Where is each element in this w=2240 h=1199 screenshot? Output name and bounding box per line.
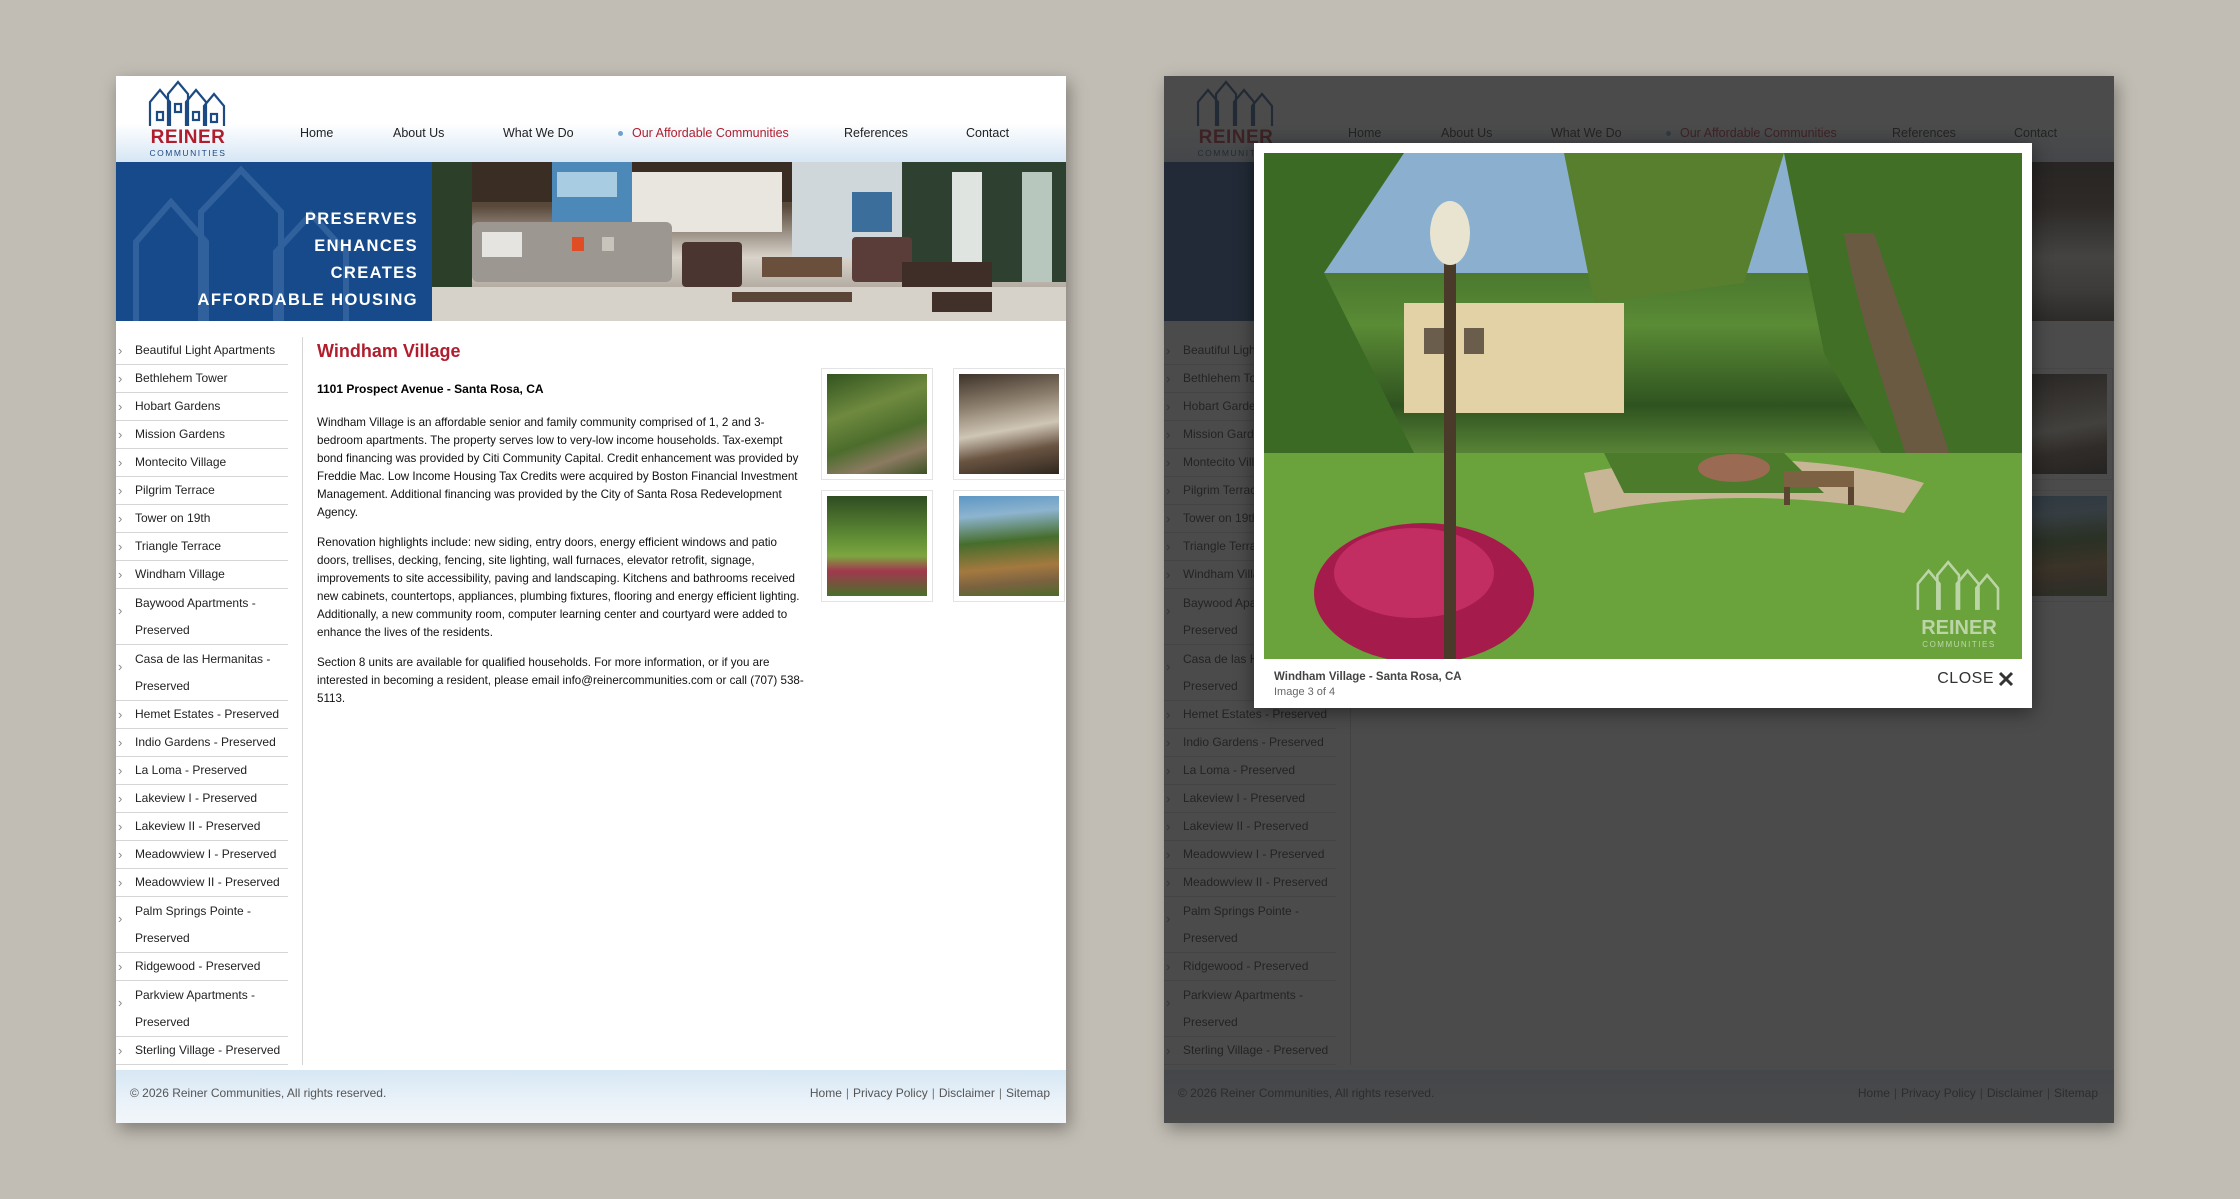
hero-banner: PRESERVES ENHANCES CREATES AFFORDABLE HO… (116, 162, 1066, 321)
tagline-line: ENHANCES (314, 237, 418, 255)
footer-link-disclaimer[interactable]: Disclaimer (939, 1086, 995, 1100)
photo-watermark: REINER COMMUNITIES (1914, 560, 2004, 649)
community-details: Windham Village 1101 Prospect Avenue - S… (317, 341, 807, 720)
sidebar-item[interactable]: Triangle Terrace (116, 533, 288, 561)
sidebar-item[interactable]: Indio Gardens - Preserved (116, 729, 288, 757)
sidebar-item[interactable]: Pilgrim Terrace (116, 477, 288, 505)
watermark-houses-icon (1916, 560, 2000, 610)
site-header: REINER COMMUNITIES Home About Us What We… (116, 76, 1066, 162)
communities-sidebar: Beautiful Light Apartments Bethlehem Tow… (116, 337, 288, 1065)
tagline-line: PRESERVES (304, 210, 418, 228)
footer-link-home[interactable]: Home (810, 1086, 842, 1100)
logo-tagline: COMMUNITIES (149, 148, 227, 158)
lightbox-image[interactable]: REINER COMMUNITIES (1264, 153, 2022, 659)
courtyard-garden-illustration (1264, 153, 2022, 659)
tagline-line: AFFORDABLE HOUSING (197, 291, 418, 309)
link-separator: | (998, 1086, 1002, 1100)
banner-tagline: PRESERVES ENHANCES CREATES AFFORDABLE HO… (198, 206, 418, 314)
sidebar-item[interactable]: Tower on 19th (116, 505, 288, 533)
footer-link-privacy-policy[interactable]: Privacy Policy (853, 1086, 928, 1100)
gallery-thumbnail[interactable] (953, 490, 1065, 602)
garden-pathway-photo (827, 374, 927, 474)
lightbox-close-button[interactable]: CLOSE (1937, 670, 2014, 688)
nav-contact[interactable]: Contact (966, 126, 1009, 140)
tagline-line: CREATES (330, 264, 418, 282)
sidebar-item[interactable]: Casa de las Hermanitas - Preserved (116, 645, 288, 701)
nav-references[interactable]: References (844, 126, 908, 140)
link-separator: | (931, 1086, 935, 1100)
nav-what-we-do[interactable]: What We Do (503, 126, 574, 140)
link-separator: | (845, 1086, 850, 1100)
sidebar-item[interactable]: Montecito Village (116, 449, 288, 477)
sidebar-item[interactable]: La Loma - Preserved (116, 757, 288, 785)
nav-label: Our Affordable Communities (632, 126, 789, 140)
sidebar-item[interactable]: Lakeview II - Preserved (116, 813, 288, 841)
sidebar-divider (302, 337, 303, 1065)
close-icon (1998, 671, 2014, 687)
watermark-tagline: COMMUNITIES (1922, 640, 1996, 649)
sidebar-item[interactable]: Beautiful Light Apartments (116, 337, 288, 365)
sidebar-item[interactable]: Meadowview II - Preserved (116, 869, 288, 897)
sidebar-item[interactable]: Ridgewood - Preserved (116, 953, 288, 981)
logo-houses-icon (148, 80, 226, 126)
watermark-wordmark: REINER (1921, 617, 1997, 639)
sidebar-item[interactable]: Parkview Apartments - Preserved (116, 981, 288, 1037)
close-label: CLOSE (1937, 670, 1994, 687)
sidebar-item[interactable]: Palm Springs Pointe - Preserved (116, 897, 288, 953)
sidebar-item[interactable]: Lakeview I - Preserved (116, 785, 288, 813)
copyright-text: © 2026 Reiner Communities, All rights re… (130, 1086, 387, 1100)
contact-paragraph: Section 8 units are available for qualif… (317, 656, 804, 705)
active-nav-dot-icon (618, 131, 623, 137)
sidebar-item[interactable]: Hobart Gardens (116, 393, 288, 421)
gallery-thumbnail[interactable] (821, 368, 933, 480)
sidebar-item[interactable]: Bethlehem Tower (116, 365, 288, 393)
banner-tagline-panel: PRESERVES ENHANCES CREATES AFFORDABLE HO… (116, 162, 432, 321)
courtyard-path-photo (959, 496, 1059, 596)
sidebar-item[interactable]: Meadowview I - Preserved (116, 841, 288, 869)
nav-our-affordable-communities[interactable]: Our Affordable Communities (618, 126, 789, 140)
lobby-photo (959, 374, 1059, 474)
lightbox-caption: Windham Village - Santa Rosa, CA (1274, 671, 1462, 683)
nav-about-us[interactable]: About Us (393, 126, 444, 140)
footer-links: Home|Privacy Policy|Disclaimer|Sitemap (810, 1086, 1050, 1100)
description-paragraph: Windham Village is an affordable senior … (317, 416, 799, 519)
sidebar-item[interactable]: Baywood Apartments - Preserved (116, 589, 288, 645)
sidebar-item[interactable]: Mission Gardens (116, 421, 288, 449)
courtyard-garden-photo (827, 496, 927, 596)
main-nav: Home About Us What We Do Our Affordable … (116, 126, 1066, 146)
gallery-thumbnail[interactable] (821, 490, 933, 602)
gallery-thumbnail[interactable] (953, 368, 1065, 480)
sidebar-item[interactable]: Hemet Estates - Preserved (116, 701, 288, 729)
page-title: Windham Village (317, 341, 461, 361)
reiner-logo[interactable]: REINER COMMUNITIES (148, 80, 228, 158)
lobby-photo-illustration (432, 162, 1066, 321)
site-footer: © 2026 Reiner Communities, All rights re… (116, 1070, 1066, 1123)
nav-home[interactable]: Home (300, 126, 333, 140)
lightbox-image-counter: Image 3 of 4 (1274, 686, 1336, 698)
website-page-normal: REINER COMMUNITIES Home About Us What We… (116, 76, 1066, 1123)
footer-link-sitemap[interactable]: Sitemap (1006, 1086, 1050, 1100)
image-lightbox: REINER COMMUNITIES Windham Village - San… (1254, 143, 2032, 708)
sidebar-item[interactable]: Sterling Village - Preserved (116, 1037, 288, 1065)
community-address: 1101 Prospect Avenue - Santa Rosa, CA (317, 382, 544, 396)
sidebar-item[interactable]: Windham Village (116, 561, 288, 589)
lobby-interior-photo (432, 162, 1066, 321)
renovation-paragraph: Renovation highlights include: new sidin… (317, 536, 800, 639)
